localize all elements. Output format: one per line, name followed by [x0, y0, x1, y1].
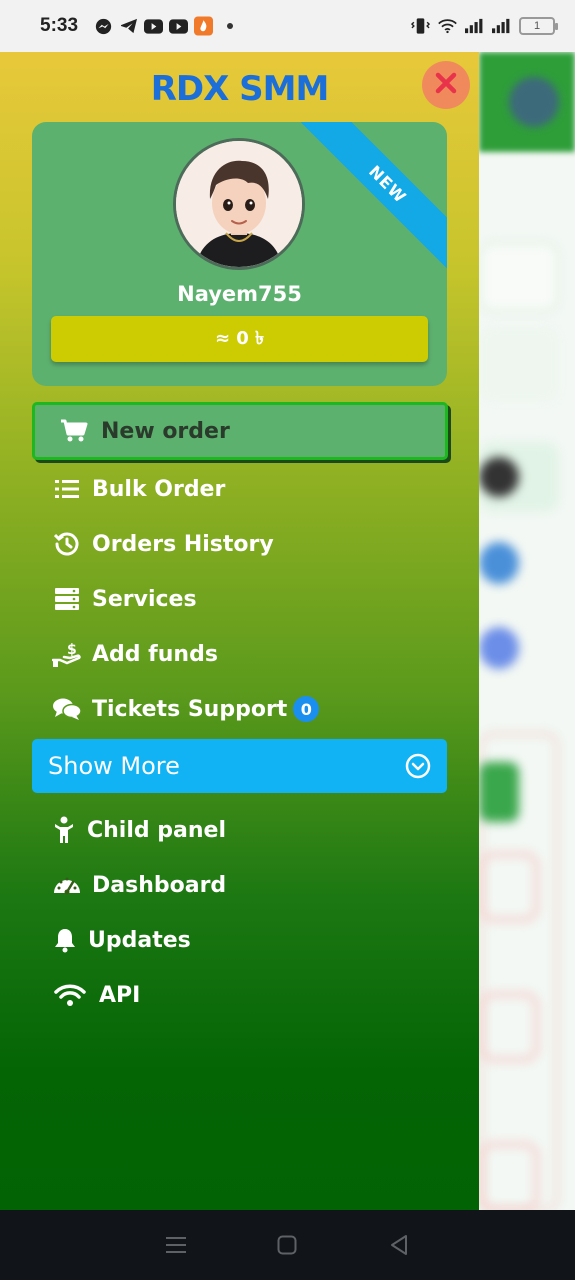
menu-item-services[interactable]: Services: [52, 577, 197, 621]
tickets-count-badge: 0: [293, 696, 320, 722]
balance-button[interactable]: ≈ 0 ৳: [51, 316, 428, 362]
hand-dollar-icon: $: [52, 639, 82, 669]
system-icons: 1: [411, 17, 558, 35]
menu-label: Services: [92, 586, 197, 612]
background-button: [479, 852, 539, 922]
more-notifications-dot: [227, 23, 234, 29]
server-icon: [52, 584, 82, 614]
back-icon[interactable]: [384, 1230, 414, 1260]
list-icon: [52, 474, 82, 504]
background-button: [479, 1142, 539, 1210]
telegram-icon: [119, 18, 138, 35]
wifi-icon: [438, 18, 457, 35]
background-card: [479, 327, 559, 402]
messenger-icon: [94, 18, 113, 35]
menu-item-tickets-support[interactable]: Tickets Support 0: [52, 687, 320, 731]
menu-item-bulk-order[interactable]: Bulk Order: [52, 467, 225, 511]
menu-label: Bulk Order: [92, 476, 226, 502]
background-icon: [479, 542, 519, 584]
menu-label: Updates: [88, 927, 191, 953]
comments-icon: [52, 694, 82, 724]
gauge-icon: [52, 870, 82, 900]
close-button[interactable]: [422, 61, 470, 109]
menu-label: New order: [101, 418, 230, 444]
menu-item-new-order[interactable]: New order: [32, 402, 448, 460]
background-button: [479, 992, 539, 1062]
svg-text:$: $: [67, 642, 77, 658]
menu-icon[interactable]: [161, 1230, 191, 1260]
menu-item-add-funds[interactable]: $ Add funds: [52, 632, 218, 676]
menu-item-dashboard[interactable]: Dashboard: [52, 863, 226, 907]
side-drawer: RDX SMM NEW Nayem755 ≈ 0 ৳ New order Bul…: [0, 52, 479, 1210]
menu-item-updates[interactable]: Updates: [52, 918, 191, 962]
notification-icons: [94, 16, 234, 36]
menu-label: Child panel: [87, 817, 227, 843]
username: Nayem755: [177, 282, 302, 306]
signal-icon: [492, 18, 511, 35]
battery-indicator: 1: [519, 17, 558, 35]
menu-label: Add funds: [92, 641, 218, 667]
menu-item-orders-history[interactable]: Orders History: [52, 522, 274, 566]
background-card: [479, 242, 559, 312]
background-icon: [479, 457, 519, 497]
status-time: 5:33: [40, 15, 79, 36]
home-icon[interactable]: [272, 1230, 302, 1260]
menu-label: Tickets Support: [92, 696, 288, 722]
background-icon: [479, 627, 519, 669]
menu-label: Dashboard: [92, 872, 227, 898]
history-icon: [52, 529, 82, 559]
menu-item-child-panel[interactable]: Child panel: [52, 808, 226, 852]
close-icon: [434, 71, 458, 99]
vibrate-icon: [411, 18, 430, 35]
wifi-icon: [52, 980, 88, 1010]
menu-label: API: [99, 982, 141, 1008]
youtube-icon: [144, 18, 164, 35]
status-bar: 5:33 1: [0, 0, 575, 52]
show-more-button[interactable]: Show More: [32, 739, 447, 793]
child-icon: [52, 815, 76, 845]
app-icon: [194, 16, 214, 36]
profile-card: NEW Nayem755 ≈ 0 ৳: [32, 122, 447, 386]
new-ribbon: NEW: [301, 122, 447, 271]
youtube-icon: [169, 18, 189, 35]
background-avatar: [509, 77, 559, 127]
menu-item-api[interactable]: API: [52, 973, 140, 1017]
system-navigation-bar: [0, 1210, 575, 1280]
chevron-down-icon: [405, 753, 431, 779]
cart-icon: [59, 416, 89, 446]
background-button: [479, 762, 519, 822]
show-more-label: Show More: [48, 752, 180, 780]
signal-icon: [465, 18, 484, 35]
bell-icon: [52, 925, 78, 955]
background-page: [479, 52, 575, 1210]
menu-label: Orders History: [92, 531, 274, 557]
brand-title: RDX SMM: [150, 69, 330, 109]
avatar[interactable]: [173, 138, 305, 270]
